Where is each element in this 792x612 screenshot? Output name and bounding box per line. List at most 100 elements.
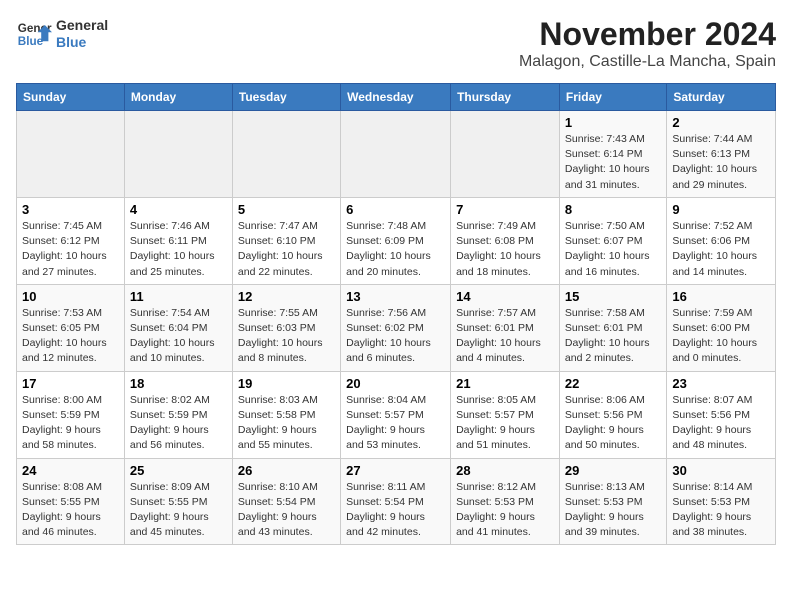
day-number: 14 xyxy=(456,289,554,304)
calendar-cell: 6 Sunrise: 7:48 AMSunset: 6:09 PMDaylight… xyxy=(341,197,451,284)
logo-text-general: General xyxy=(56,17,108,34)
day-number: 5 xyxy=(238,202,335,217)
calendar-cell: 24 Sunrise: 8:08 AMSunset: 5:55 PMDayligh… xyxy=(17,458,125,545)
logo-text-blue: Blue xyxy=(56,34,108,51)
day-number: 17 xyxy=(22,376,119,391)
day-info: Sunrise: 7:55 AMSunset: 6:03 PMDaylight:… xyxy=(238,306,335,367)
calendar-cell: 27 Sunrise: 8:11 AMSunset: 5:54 PMDayligh… xyxy=(341,458,451,545)
calendar-cell: 25 Sunrise: 8:09 AMSunset: 5:55 PMDayligh… xyxy=(124,458,232,545)
title-block: November 2024 Malagon, Castille-La Manch… xyxy=(519,16,776,71)
day-info: Sunrise: 7:54 AMSunset: 6:04 PMDaylight:… xyxy=(130,306,227,367)
calendar-cell xyxy=(17,111,125,198)
calendar-cell: 13 Sunrise: 7:56 AMSunset: 6:02 PMDayligh… xyxy=(341,284,451,371)
calendar-cell: 19Sunrise: 8:03 AMSunset: 5:58 PMDayligh… xyxy=(232,371,340,458)
weekday-header-saturday: Saturday xyxy=(667,84,776,111)
day-info: Sunrise: 8:11 AMSunset: 5:54 PMDaylight:… xyxy=(346,480,445,541)
calendar-cell xyxy=(232,111,340,198)
calendar-cell: 16 Sunrise: 7:59 AMSunset: 6:00 PMDayligh… xyxy=(667,284,776,371)
calendar-table: SundayMondayTuesdayWednesdayThursdayFrid… xyxy=(16,83,776,545)
calendar-cell: 8Sunrise: 7:50 AMSunset: 6:07 PMDaylight… xyxy=(559,197,666,284)
day-number: 30 xyxy=(672,463,770,478)
calendar-cell xyxy=(451,111,560,198)
day-number: 20 xyxy=(346,376,445,391)
day-number: 2 xyxy=(672,115,770,130)
day-number: 13 xyxy=(346,289,445,304)
calendar-cell: 30 Sunrise: 8:14 AMSunset: 5:53 PMDayligh… xyxy=(667,458,776,545)
day-number: 22 xyxy=(565,376,661,391)
day-number: 26 xyxy=(238,463,335,478)
day-info: Sunrise: 7:47 AMSunset: 6:10 PMDaylight:… xyxy=(238,219,335,280)
day-info: Sunrise: 7:52 AMSunset: 6:06 PMDaylight:… xyxy=(672,219,770,280)
day-info: Sunrise: 7:56 AMSunset: 6:02 PMDaylight:… xyxy=(346,306,445,367)
day-info: Sunrise: 7:44 AMSunset: 6:13 PMDaylight:… xyxy=(672,132,770,193)
page-header: General Blue General Blue November 2024 … xyxy=(16,16,776,71)
day-number: 16 xyxy=(672,289,770,304)
day-info: Sunrise: 7:58 AMSunset: 6:01 PMDaylight:… xyxy=(565,306,661,367)
calendar-cell: 17 Sunrise: 8:00 AMSunset: 5:59 PMDayligh… xyxy=(17,371,125,458)
day-info: Sunrise: 8:14 AMSunset: 5:53 PMDaylight:… xyxy=(672,480,770,541)
calendar-cell: 2 Sunrise: 7:44 AMSunset: 6:13 PMDaylight… xyxy=(667,111,776,198)
calendar-cell xyxy=(124,111,232,198)
calendar-cell: 18 Sunrise: 8:02 AMSunset: 5:59 PMDayligh… xyxy=(124,371,232,458)
day-info: Sunrise: 8:10 AMSunset: 5:54 PMDaylight:… xyxy=(238,480,335,541)
calendar-cell: 14 Sunrise: 7:57 AMSunset: 6:01 PMDayligh… xyxy=(451,284,560,371)
day-number: 11 xyxy=(130,289,227,304)
calendar-cell: 12 Sunrise: 7:55 AMSunset: 6:03 PMDayligh… xyxy=(232,284,340,371)
logo: General Blue General Blue xyxy=(16,16,108,52)
day-number: 23 xyxy=(672,376,770,391)
day-info: Sunrise: 7:50 AMSunset: 6:07 PMDaylight:… xyxy=(565,219,661,280)
calendar-cell: 1Sunrise: 7:43 AMSunset: 6:14 PMDaylight… xyxy=(559,111,666,198)
weekday-header-friday: Friday xyxy=(559,84,666,111)
day-number: 3 xyxy=(22,202,119,217)
day-info: Sunrise: 7:43 AMSunset: 6:14 PMDaylight:… xyxy=(565,132,661,193)
calendar-cell: 29 Sunrise: 8:13 AMSunset: 5:53 PMDayligh… xyxy=(559,458,666,545)
calendar-cell: 11 Sunrise: 7:54 AMSunset: 6:04 PMDayligh… xyxy=(124,284,232,371)
calendar-cell: 5 Sunrise: 7:47 AMSunset: 6:10 PMDaylight… xyxy=(232,197,340,284)
weekday-header-sunday: Sunday xyxy=(17,84,125,111)
day-info: Sunrise: 8:00 AMSunset: 5:59 PMDaylight:… xyxy=(22,393,119,454)
day-number: 7 xyxy=(456,202,554,217)
day-info: Sunrise: 8:08 AMSunset: 5:55 PMDaylight:… xyxy=(22,480,119,541)
day-number: 18 xyxy=(130,376,227,391)
day-number: 21 xyxy=(456,376,554,391)
day-info: Sunrise: 8:04 AMSunset: 5:57 PMDaylight:… xyxy=(346,393,445,454)
calendar-cell: 4 Sunrise: 7:46 AMSunset: 6:11 PMDaylight… xyxy=(124,197,232,284)
calendar-cell: 23 Sunrise: 8:07 AMSunset: 5:56 PMDayligh… xyxy=(667,371,776,458)
day-info: Sunrise: 8:06 AMSunset: 5:56 PMDaylight:… xyxy=(565,393,661,454)
day-info: Sunrise: 7:57 AMSunset: 6:01 PMDaylight:… xyxy=(456,306,554,367)
day-number: 28 xyxy=(456,463,554,478)
day-number: 25 xyxy=(130,463,227,478)
calendar-cell: 26 Sunrise: 8:10 AMSunset: 5:54 PMDayligh… xyxy=(232,458,340,545)
day-info: Sunrise: 8:07 AMSunset: 5:56 PMDaylight:… xyxy=(672,393,770,454)
location: Malagon, Castille-La Mancha, Spain xyxy=(519,53,776,71)
month-title: November 2024 xyxy=(519,16,776,53)
day-info: Sunrise: 8:12 AMSunset: 5:53 PMDaylight:… xyxy=(456,480,554,541)
weekday-header-thursday: Thursday xyxy=(451,84,560,111)
calendar-cell: 9 Sunrise: 7:52 AMSunset: 6:06 PMDaylight… xyxy=(667,197,776,284)
day-number: 6 xyxy=(346,202,445,217)
day-number: 4 xyxy=(130,202,227,217)
day-number: 12 xyxy=(238,289,335,304)
day-info: Sunrise: 8:13 AMSunset: 5:53 PMDaylight:… xyxy=(565,480,661,541)
day-info: Sunrise: 7:49 AMSunset: 6:08 PMDaylight:… xyxy=(456,219,554,280)
day-number: 15 xyxy=(565,289,661,304)
day-info: Sunrise: 7:46 AMSunset: 6:11 PMDaylight:… xyxy=(130,219,227,280)
day-number: 29 xyxy=(565,463,661,478)
weekday-header-monday: Monday xyxy=(124,84,232,111)
calendar-cell: 10Sunrise: 7:53 AMSunset: 6:05 PMDayligh… xyxy=(17,284,125,371)
day-info: Sunrise: 7:48 AMSunset: 6:09 PMDaylight:… xyxy=(346,219,445,280)
day-number: 24 xyxy=(22,463,119,478)
weekday-header-wednesday: Wednesday xyxy=(341,84,451,111)
day-info: Sunrise: 8:05 AMSunset: 5:57 PMDaylight:… xyxy=(456,393,554,454)
day-number: 27 xyxy=(346,463,445,478)
calendar-cell xyxy=(341,111,451,198)
day-number: 9 xyxy=(672,202,770,217)
day-number: 19 xyxy=(238,376,335,391)
calendar-cell: 7 Sunrise: 7:49 AMSunset: 6:08 PMDaylight… xyxy=(451,197,560,284)
day-info: Sunrise: 8:09 AMSunset: 5:55 PMDaylight:… xyxy=(130,480,227,541)
calendar-cell: 15 Sunrise: 7:58 AMSunset: 6:01 PMDayligh… xyxy=(559,284,666,371)
day-info: Sunrise: 7:53 AMSunset: 6:05 PMDaylight:… xyxy=(22,306,119,367)
day-info: Sunrise: 7:59 AMSunset: 6:00 PMDaylight:… xyxy=(672,306,770,367)
logo-icon: General Blue xyxy=(16,16,52,52)
day-info: Sunrise: 8:02 AMSunset: 5:59 PMDaylight:… xyxy=(130,393,227,454)
